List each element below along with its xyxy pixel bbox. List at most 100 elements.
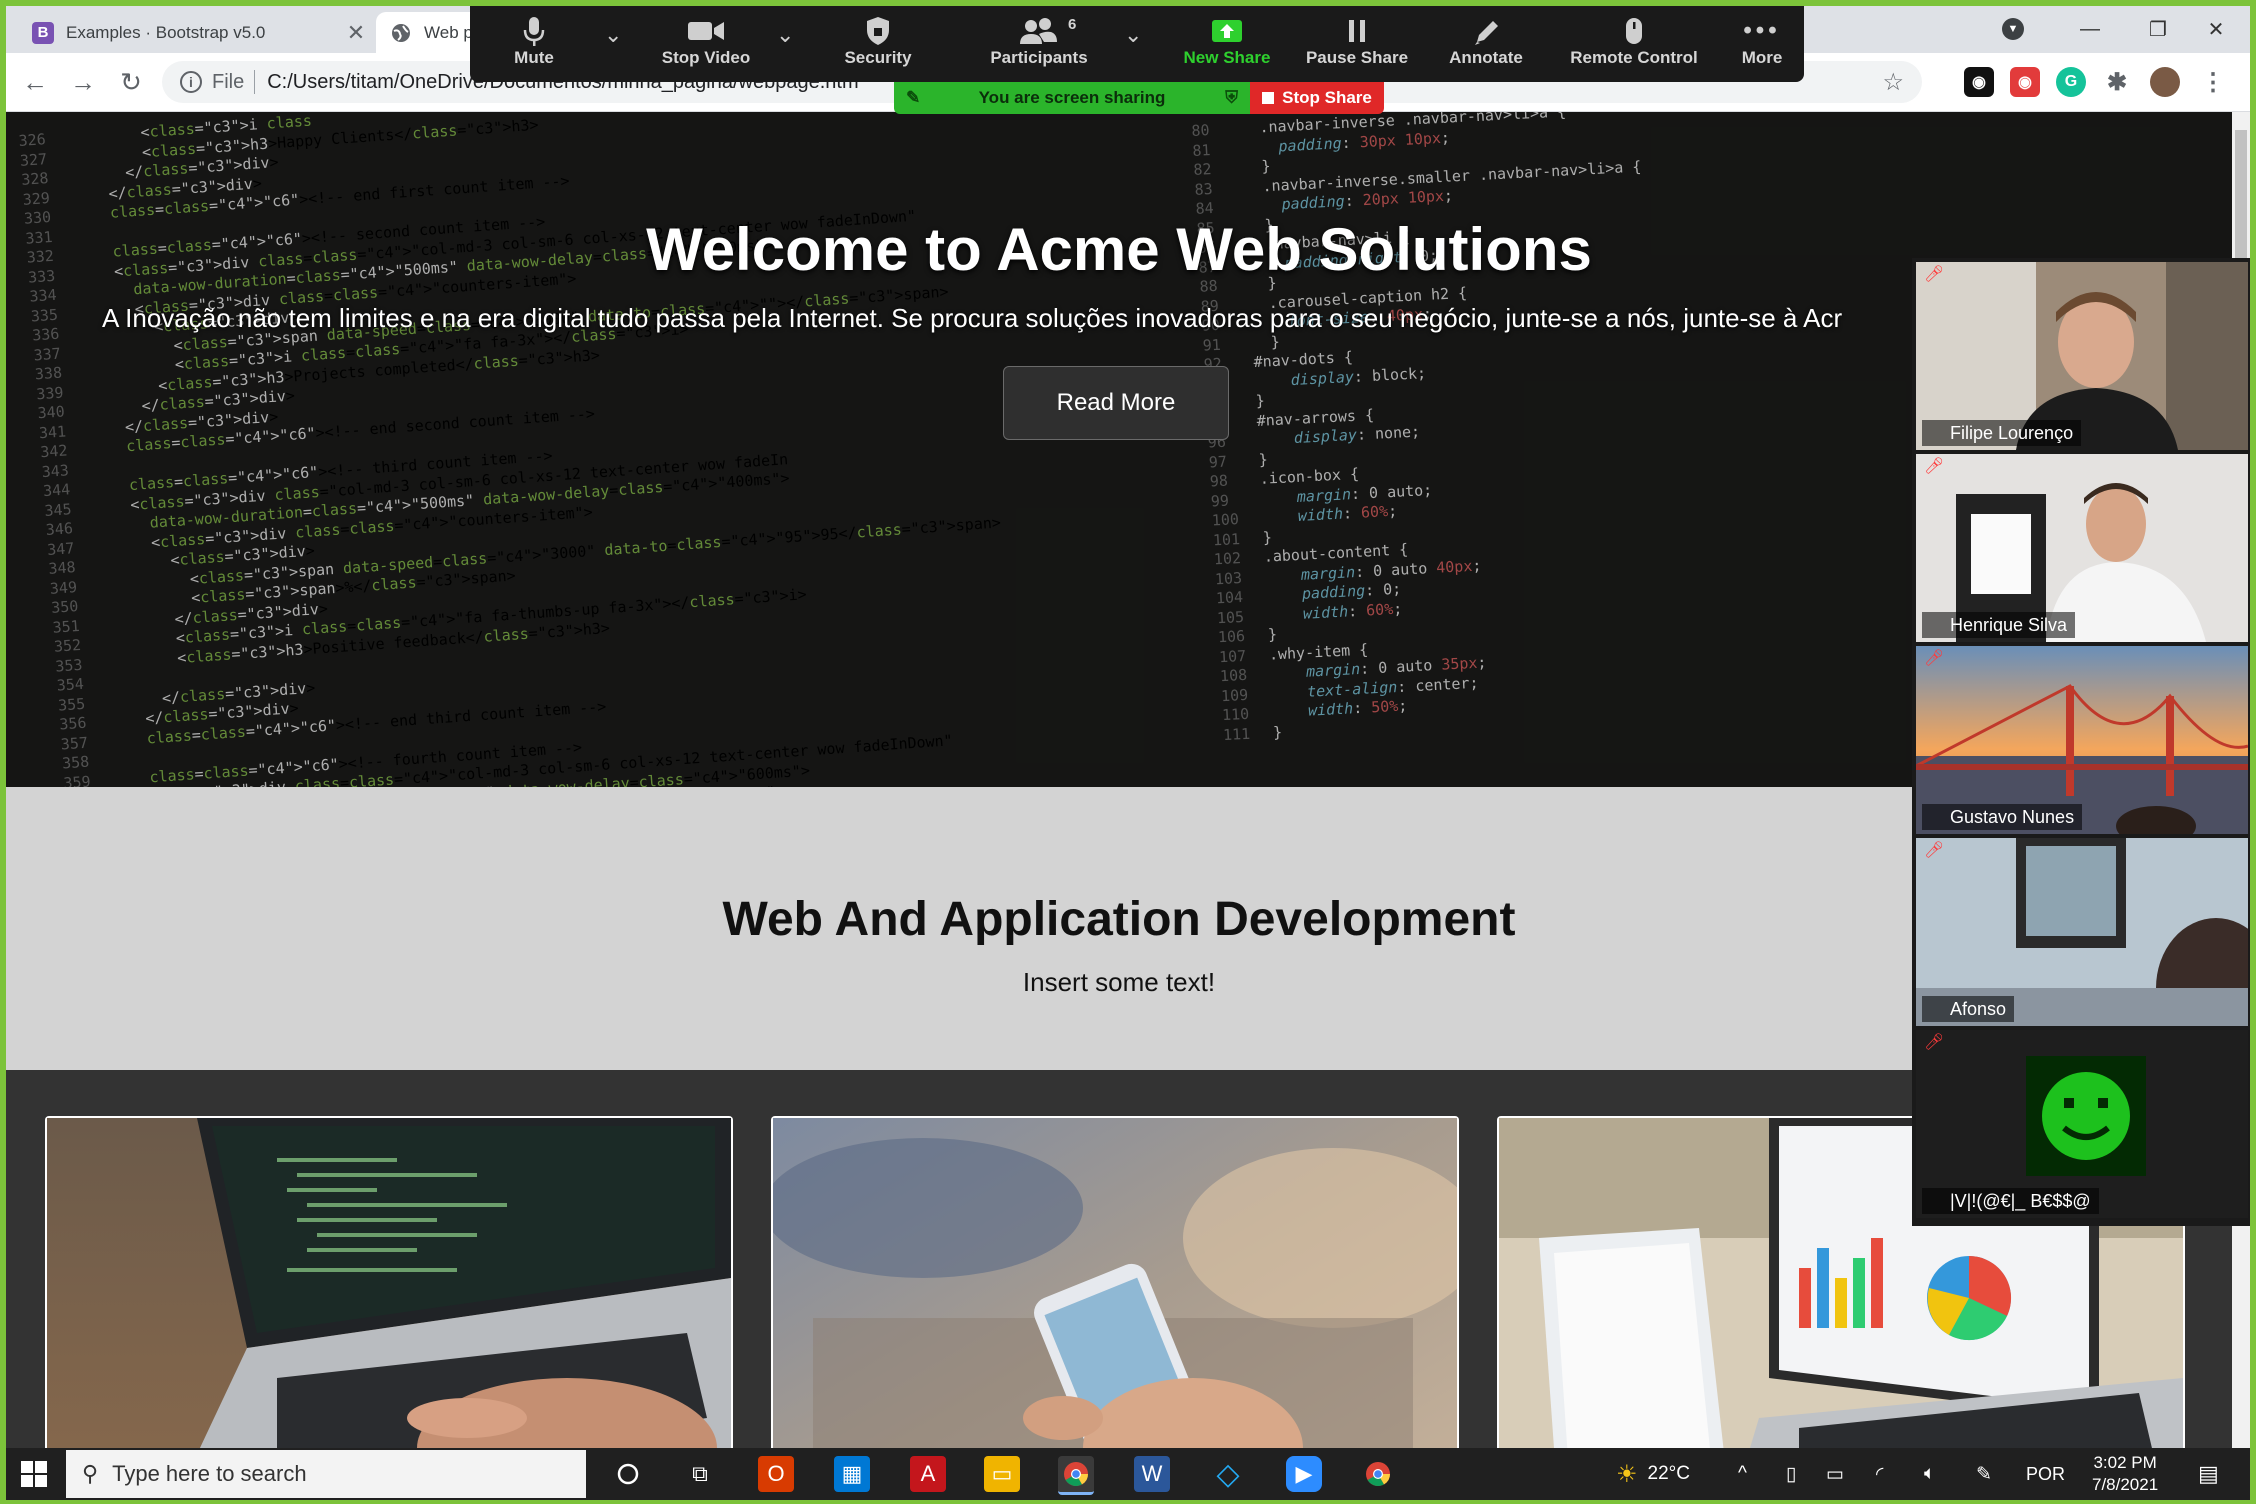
weather-widget[interactable]: ☀ 22°C: [1616, 1448, 1690, 1500]
participant-name: Henrique Silva: [1922, 612, 2076, 638]
audio-options-chevron-icon[interactable]: ⌄: [604, 22, 622, 48]
participant-tile[interactable]: 🎤︎ |V|!(@€|_ B€$$@: [1916, 1030, 2248, 1218]
participants-chevron-icon[interactable]: ⌄: [1124, 22, 1142, 48]
participant-tile[interactable]: 🎤︎ Filipe Lourenço: [1916, 262, 2248, 450]
clock-time: 3:02 PM: [2093, 1453, 2157, 1472]
profile-avatar[interactable]: [2150, 67, 2180, 97]
annotate-button[interactable]: Annotate: [1436, 14, 1536, 78]
browser-menu-icon[interactable]: ⋮: [2198, 67, 2228, 97]
stop-video-button[interactable]: Stop Video: [646, 14, 766, 78]
tray-chevron-icon[interactable]: ^: [1738, 1448, 1747, 1500]
pencil-icon: [1471, 14, 1501, 48]
globe-favicon-icon: [390, 22, 412, 44]
store-icon[interactable]: ▦: [834, 1456, 870, 1492]
file-explorer-icon[interactable]: ▭: [984, 1456, 1020, 1492]
card-smartphone[interactable]: [771, 1116, 1459, 1448]
stop-square-icon: [1262, 92, 1275, 104]
windows-taskbar: ⚲ Type here to search ⧉ O ▦ A ▭ W ◇ ▶ ☀ …: [6, 1448, 2250, 1500]
tray-wifi-icon[interactable]: ◜: [1876, 1448, 1883, 1500]
stop-share-label: Stop Share: [1282, 88, 1372, 107]
mute-label: Mute: [514, 48, 554, 67]
participant-tile[interactable]: 🎤︎ Afonso: [1916, 838, 2248, 1026]
clock-date: 7/8/2021: [2092, 1475, 2159, 1494]
chrome-icon[interactable]: [1058, 1456, 1094, 1495]
participant-name: |V|!(@€|_ B€$$@: [1922, 1188, 2099, 1214]
laptop-coding-image: [47, 1118, 731, 1448]
stop-video-label: Stop Video: [661, 48, 751, 67]
mute-button[interactable]: Mute: [494, 14, 574, 78]
services-title: Web And Application Development: [722, 893, 1516, 946]
muted-mic-icon: 🎤︎: [1924, 458, 1945, 475]
hero-title: Welcome to Acme Web Solutions: [646, 216, 1592, 283]
address-separator: [254, 70, 256, 94]
clock[interactable]: 3:02 PM 7/8/2021: [2092, 1448, 2158, 1500]
shield-icon: [864, 14, 892, 48]
screen-sharing-indicator[interactable]: ✎ You are screen sharing ⛨: [894, 82, 1250, 114]
security-button[interactable]: Security: [818, 14, 938, 78]
bookmark-star-icon[interactable]: ☆: [1882, 68, 1904, 97]
tray-battery-icon[interactable]: ▭: [1826, 1448, 1844, 1500]
read-more-button[interactable]: Read More: [1003, 366, 1229, 440]
back-arrow-icon[interactable]: ←: [18, 65, 52, 99]
new-share-button[interactable]: New Share: [1172, 14, 1282, 78]
weather-temperature: 22°C: [1647, 1463, 1690, 1484]
share-arrow-icon: [1210, 14, 1244, 48]
office-icon[interactable]: O: [758, 1456, 794, 1492]
tray-volume-icon[interactable]: 🔈︎: [1924, 1448, 1935, 1500]
hero-overlay: [6, 112, 2232, 787]
participants-label: Participants: [990, 48, 1088, 67]
video-options-chevron-icon[interactable]: ⌄: [776, 22, 794, 48]
chrome-icon-2[interactable]: [1360, 1456, 1396, 1492]
video-camera-icon: [686, 14, 726, 48]
file-scheme-label: File: [212, 70, 245, 93]
cortana-icon[interactable]: [610, 1456, 646, 1492]
language-indicator[interactable]: POR: [2026, 1448, 2065, 1500]
acrobat-icon[interactable]: A: [910, 1456, 946, 1492]
stop-share-button[interactable]: Stop Share: [1250, 82, 1384, 114]
tab-bootstrap-examples[interactable]: B Examples · Bootstrap v5.0 ✕: [18, 12, 378, 53]
cards-section: [6, 1070, 2232, 1448]
tab-title: Examples · Bootstrap v5.0: [66, 22, 266, 42]
more-label: More: [1741, 48, 1783, 67]
site-info-icon[interactable]: i: [180, 71, 202, 93]
hero-section: 326 <class="c3">i class 327 <class="c3">h…: [6, 112, 2232, 787]
participants-icon: [1017, 14, 1061, 48]
task-view-icon[interactable]: ⧉: [682, 1456, 718, 1492]
tray-pen-icon[interactable]: ✎: [1976, 1448, 1992, 1500]
forward-arrow-icon[interactable]: →: [66, 65, 100, 99]
tray-device-icon[interactable]: ▯: [1786, 1448, 1796, 1500]
extensions-puzzle-icon[interactable]: ✱: [2102, 67, 2132, 97]
grammarly-icon[interactable]: G: [2056, 67, 2086, 97]
annotate-label: Annotate: [1449, 48, 1523, 67]
pause-share-button[interactable]: Pause Share: [1302, 14, 1412, 78]
vscode-icon[interactable]: ◇: [1210, 1456, 1246, 1492]
mouse-icon: [1623, 14, 1645, 48]
participant-name: Filipe Lourenço: [1922, 420, 2082, 446]
participants-button[interactable]: 6 Participants: [966, 14, 1112, 78]
start-button[interactable]: [6, 1448, 62, 1500]
close-window-icon[interactable]: ✕: [2182, 6, 2250, 53]
notifications-icon[interactable]: ▤: [2198, 1448, 2219, 1500]
minimize-window-icon[interactable]: —: [2056, 6, 2124, 53]
services-text: Insert some text!: [1022, 967, 1216, 997]
pause-share-label: Pause Share: [1305, 48, 1409, 67]
remote-control-button[interactable]: Remote Control: [1554, 14, 1714, 78]
tab-search-dropdown-icon[interactable]: ▼: [2002, 18, 2024, 40]
zoom-app-icon[interactable]: ▶: [1286, 1456, 1322, 1492]
participant-tile[interactable]: 🎤︎ Henrique Silva: [1916, 454, 2248, 642]
services-section: Web And Application Development Insert s…: [6, 787, 2232, 1070]
close-tab-icon[interactable]: ✕: [344, 20, 368, 46]
card-laptop-coding[interactable]: [45, 1116, 733, 1448]
extension-red-icon[interactable]: ◉: [2010, 67, 2040, 97]
taskbar-search-box[interactable]: ⚲ Type here to search: [66, 1450, 586, 1498]
more-dots-icon: •••: [1743, 17, 1781, 44]
zoom-participant-gallery: 🎤︎ Filipe Lourenço 🎤︎ Henrique Silva 🎤︎ …: [1912, 258, 2250, 1226]
extension-glasses-icon[interactable]: ◉: [1964, 67, 1994, 97]
reload-icon[interactable]: ↻: [114, 65, 148, 99]
hero-text: A Inovação não tem limites e na era digi…: [102, 303, 1843, 333]
participant-tile[interactable]: 🎤︎ Gustavo Nunes: [1916, 646, 2248, 834]
more-button[interactable]: ••• More: [1730, 14, 1794, 78]
muted-mic-icon: 🎤︎: [1924, 1034, 1945, 1051]
muted-mic-icon: 🎤︎: [1924, 842, 1945, 859]
word-icon[interactable]: W: [1134, 1456, 1170, 1492]
